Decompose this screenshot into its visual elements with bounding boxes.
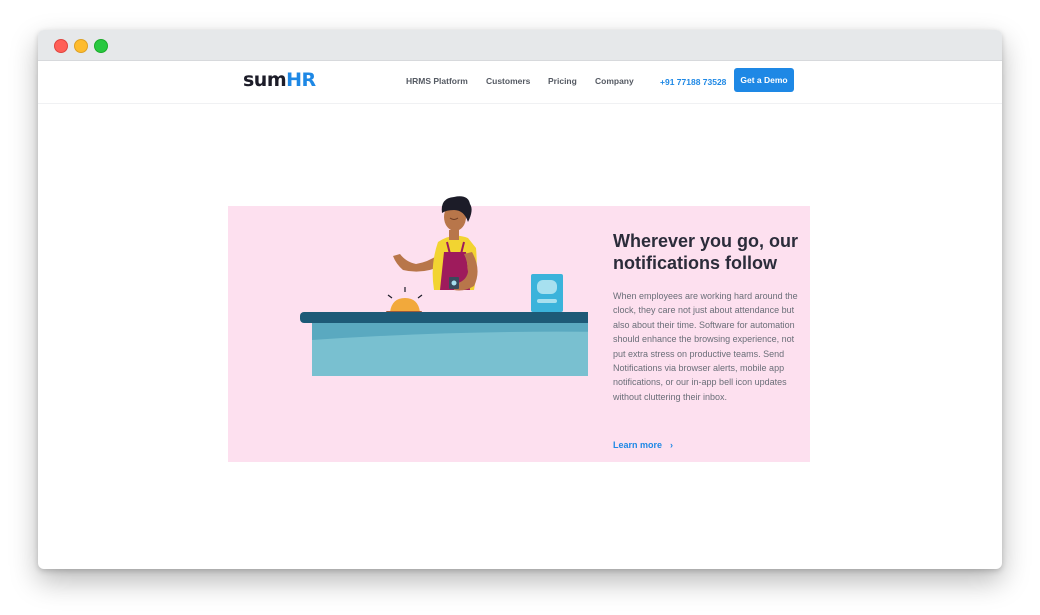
- feature-description: When employees are working hard around t…: [613, 291, 798, 402]
- browser-titlebar: [38, 30, 1002, 61]
- feature-heading: Wherever you go, our notifications follo…: [613, 231, 799, 273]
- learn-more-label: Learn more: [613, 440, 663, 450]
- sumhr-logo[interactable]: sumHR: [243, 69, 316, 91]
- nav-link-company[interactable]: Company: [595, 76, 634, 86]
- get-a-demo-button[interactable]: Get a Demo: [734, 68, 794, 92]
- site-navbar: sumHR HRMS Platform Customers Pricing Co…: [38, 61, 1002, 104]
- logo-text-sum: sum: [243, 69, 287, 91]
- nav-link-pricing[interactable]: Pricing: [548, 76, 577, 86]
- maximize-window-button[interactable]: [94, 39, 108, 53]
- chevron-right-icon: ›: [670, 440, 674, 450]
- learn-more-link[interactable]: Learn more ›: [613, 440, 673, 450]
- nav-link-customers[interactable]: Customers: [486, 76, 530, 86]
- browser-window: sumHR HRMS Platform Customers Pricing Co…: [38, 30, 1002, 569]
- close-window-button[interactable]: [54, 39, 68, 53]
- logo-text-hr: HR: [286, 69, 316, 91]
- minimize-window-button[interactable]: [74, 39, 88, 53]
- nav-link-hrms-platform[interactable]: HRMS Platform: [406, 76, 468, 86]
- phone-number-link[interactable]: +91 77188 73528: [660, 77, 726, 87]
- barista-counter-illustration: [300, 196, 588, 376]
